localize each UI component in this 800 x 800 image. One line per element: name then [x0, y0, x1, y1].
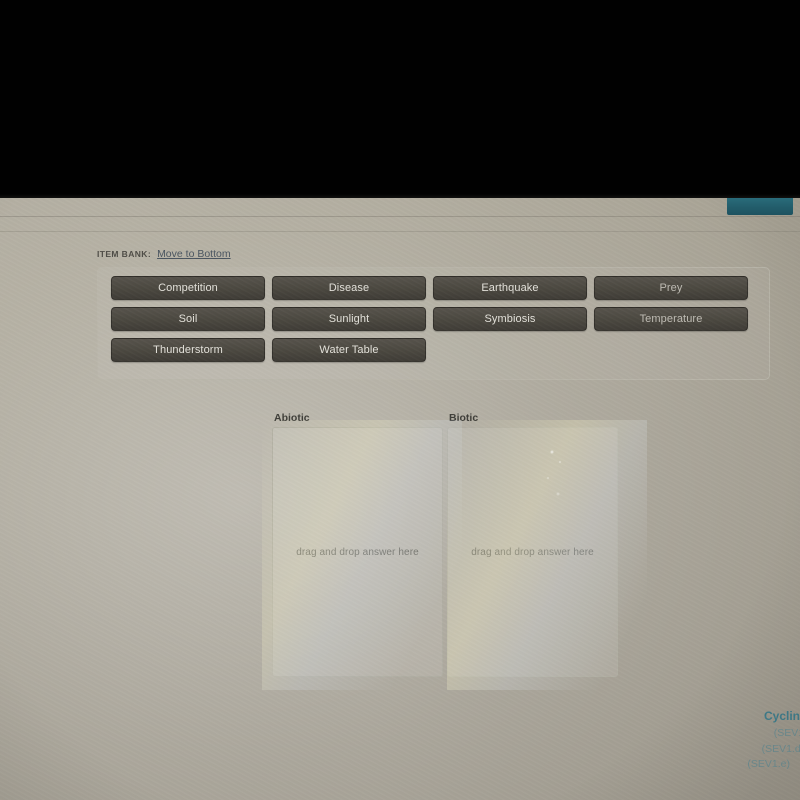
- item-bank-tile-label: Sunlight: [328, 313, 370, 325]
- item-bank-header: ITEM BANK: Move to Bottom: [97, 248, 231, 260]
- item-bank-tile[interactable]: Competition: [111, 276, 265, 300]
- teal-action-button[interactable]: [727, 196, 793, 215]
- standards-line: (SEV1.e): [747, 757, 790, 770]
- item-bank-tile[interactable]: Disease: [272, 276, 426, 300]
- dropzone-column-abiotic: Abiotic drag and drop answer here: [272, 412, 443, 677]
- item-bank-tile-label: Temperature: [639, 313, 703, 325]
- item-bank-tile[interactable]: Earthquake: [433, 276, 587, 300]
- standards-title: Cycling of Ener: [763, 709, 800, 724]
- dropzone-placeholder: drag and drop answer here: [471, 546, 594, 558]
- standards-block: Cycling of Ener (SEV1.a) Biologic (SEV1.…: [570, 709, 800, 772]
- standards-line: (SEV1.a) Biologic: [773, 727, 800, 740]
- move-to-bottom-link[interactable]: Move to Bottom: [157, 248, 231, 260]
- item-bank-tile[interactable]: Water Table: [272, 338, 426, 362]
- dropzone-abiotic[interactable]: drag and drop answer here: [272, 427, 443, 677]
- item-bank-tile[interactable]: Temperature: [594, 307, 748, 331]
- item-bank-label: ITEM BANK:: [97, 249, 152, 259]
- item-bank-tile[interactable]: Sunlight: [272, 307, 426, 331]
- item-bank-tile[interactable]: Symbiosis: [433, 307, 587, 331]
- item-bank-tile[interactable]: Soil: [111, 307, 265, 331]
- dropzone-group: Abiotic drag and drop answer here Biotic…: [272, 412, 618, 677]
- item-bank-tile-label: Prey: [659, 282, 683, 294]
- item-bank-tile-label: Thunderstorm: [153, 344, 223, 356]
- item-bank-tile-label: Water Table: [319, 344, 379, 356]
- dropzone-title-abiotic: Abiotic: [274, 412, 310, 424]
- item-bank-tile-label: Soil: [178, 313, 198, 325]
- dropzone-title-biotic: Biotic: [449, 412, 479, 424]
- dropzone-biotic[interactable]: drag and drop answer here: [447, 427, 618, 677]
- dropzone-placeholder: drag and drop answer here: [296, 546, 419, 558]
- letterbox-top: [0, 0, 800, 198]
- dropzone-column-biotic: Biotic drag and drop answer here: [447, 412, 618, 677]
- item-bank-tile-label: Earthquake: [481, 282, 539, 294]
- standards-line: (SEV1.d) Te: [761, 742, 800, 755]
- item-bank-tile-label: Disease: [328, 282, 370, 294]
- item-bank-list: Competition Disease Earthquake Prey Soil…: [111, 276, 756, 362]
- item-bank-tile-label: Symbiosis: [484, 313, 536, 325]
- item-bank-tile-label: Competition: [158, 282, 218, 294]
- item-bank-tile[interactable]: Prey: [594, 276, 748, 300]
- screen-photo: ITEM BANK: Move to Bottom Competition Di…: [0, 0, 800, 800]
- item-bank-tile[interactable]: Thunderstorm: [111, 338, 265, 362]
